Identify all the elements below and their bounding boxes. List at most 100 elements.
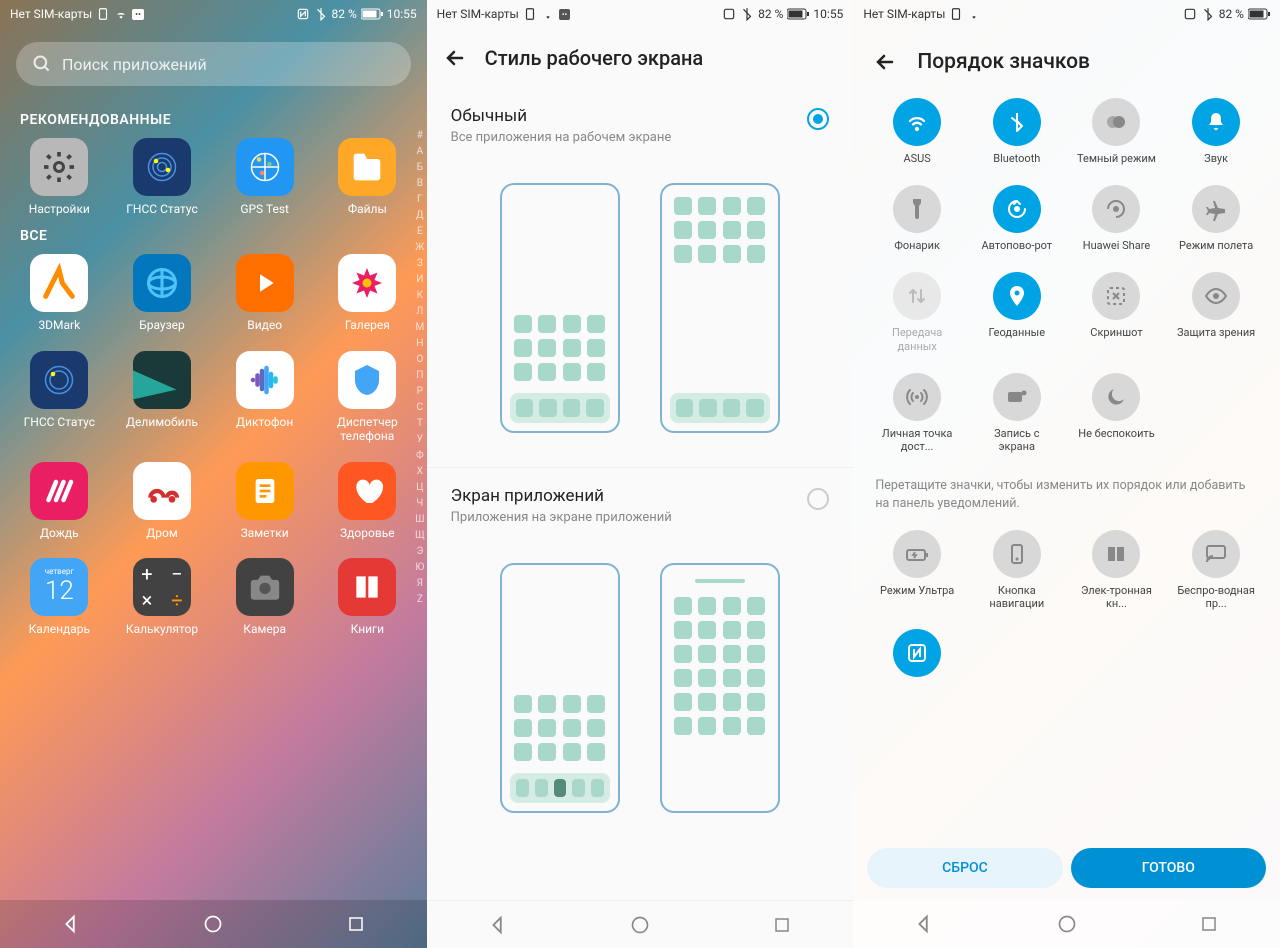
nav-back[interactable]: [53, 906, 89, 942]
qs-tile-bell[interactable]: Звук: [1166, 98, 1266, 165]
sim-status: Нет SIM-карты: [863, 7, 945, 21]
reset-button[interactable]: СБРОС: [867, 848, 1062, 888]
nav-back[interactable]: [906, 906, 942, 942]
alpha-letter[interactable]: Н: [415, 338, 425, 353]
app-books[interactable]: Книги: [316, 558, 419, 636]
done-button[interactable]: ГОТОВО: [1071, 848, 1266, 888]
qs-tile-label: Защита зрения: [1177, 326, 1255, 339]
recommended-grid: Настройки ГНСС Статус GPS Test Файлы: [0, 138, 427, 216]
app-3dmark[interactable]: 3DMark: [8, 254, 111, 332]
app-settings[interactable]: Настройки: [8, 138, 111, 216]
alpha-letter[interactable]: Х: [415, 466, 425, 481]
alpha-letter[interactable]: С: [415, 402, 425, 417]
option-standard[interactable]: Обычный Все приложения на рабочем экране: [427, 88, 854, 153]
alpha-letter[interactable]: Ф: [415, 450, 425, 465]
qs-tile-rotate[interactable]: Автопово-рот: [967, 185, 1067, 252]
app-gps-test[interactable]: GPS Test: [213, 138, 316, 216]
alpha-letter[interactable]: Г: [415, 194, 425, 209]
alpha-letter[interactable]: #: [415, 130, 425, 145]
qs-tile-cast[interactable]: Беспро-водная пр...: [1166, 530, 1266, 610]
alpha-letter[interactable]: К: [415, 290, 425, 305]
nav-recent[interactable]: [338, 906, 374, 942]
alpha-letter[interactable]: Э: [415, 546, 425, 561]
alpha-letter[interactable]: У: [415, 434, 425, 449]
app-delimobil[interactable]: Делимобиль: [111, 351, 214, 444]
app-phone-dispatcher[interactable]: Диспетчер телефона: [316, 351, 419, 444]
radio-standard[interactable]: [807, 108, 829, 130]
alpha-letter[interactable]: Щ: [415, 530, 425, 545]
alpha-index[interactable]: #АБВГДЕЖЗИКЛМНОПРСТУФХЦЧШЩЭЮЯZ: [415, 130, 425, 609]
alpha-letter[interactable]: Ш: [415, 514, 425, 529]
app-gnss-status-2[interactable]: ГНСС Статус: [8, 351, 111, 444]
qs-tile-moon[interactable]: Не беспокоить: [1067, 373, 1167, 453]
alpha-letter[interactable]: И: [415, 274, 425, 289]
qs-tile-bluetooth[interactable]: Bluetooth: [967, 98, 1067, 165]
qs-tile-data[interactable]: Передача данных: [867, 272, 967, 352]
app-gnss-status[interactable]: ГНСС Статус: [111, 138, 214, 216]
back-arrow-icon[interactable]: [873, 50, 897, 74]
alpha-letter[interactable]: Е: [415, 226, 425, 241]
clock: 10:55: [813, 7, 843, 21]
nav-home[interactable]: [622, 907, 658, 943]
qs-tile-airplane[interactable]: Режим полета: [1166, 185, 1266, 252]
alpha-letter[interactable]: Ч: [415, 498, 425, 513]
app-notes[interactable]: Заметки: [213, 462, 316, 540]
qs-tile-hotspot[interactable]: Личная точка дост...: [867, 373, 967, 453]
qs-tile-flashlight[interactable]: Фонарик: [867, 185, 967, 252]
alpha-letter[interactable]: Б: [415, 162, 425, 177]
bluetooth-icon: [1201, 7, 1215, 21]
qs-tile-label: Скриншот: [1090, 326, 1142, 339]
qs-tile-navkey[interactable]: Кнопка навигации: [967, 530, 1067, 610]
alpha-letter[interactable]: Л: [415, 306, 425, 321]
alpha-letter[interactable]: Д: [415, 210, 425, 225]
qs-tile-label: Личная точка дост...: [877, 427, 957, 453]
alpha-letter[interactable]: О: [415, 354, 425, 369]
qs-tile-nfc[interactable]: [867, 629, 967, 677]
nav-bar: [427, 900, 854, 948]
qs-tile-ebook[interactable]: Элек-тронная кн...: [1067, 530, 1167, 610]
alpha-letter[interactable]: Ж: [415, 242, 425, 257]
nav-recent[interactable]: [764, 907, 800, 943]
alpha-letter[interactable]: Z: [415, 594, 425, 609]
app-health[interactable]: Здоровье: [316, 462, 419, 540]
alpha-letter[interactable]: Ю: [415, 562, 425, 577]
alpha-letter[interactable]: Т: [415, 418, 425, 433]
qs-tile-record[interactable]: Запись с экрана: [967, 373, 1067, 453]
alpha-letter[interactable]: В: [415, 178, 425, 193]
alpha-letter[interactable]: Я: [415, 578, 425, 593]
viber-icon: ••: [132, 9, 144, 20]
nav-home[interactable]: [195, 906, 231, 942]
preview-drawer: [427, 533, 854, 847]
nav-home[interactable]: [1049, 906, 1085, 942]
app-video[interactable]: Видео: [213, 254, 316, 332]
qs-tile-dark[interactable]: Темный режим: [1067, 98, 1167, 165]
back-arrow-icon[interactable]: [443, 46, 467, 70]
qs-tile-eye[interactable]: Защита зрения: [1166, 272, 1266, 352]
alpha-letter[interactable]: Р: [415, 386, 425, 401]
app-dictaphone[interactable]: Диктофон: [213, 351, 316, 444]
alpha-letter[interactable]: А: [415, 146, 425, 161]
app-calculator[interactable]: +−×÷Калькулятор: [111, 558, 214, 636]
app-files[interactable]: Файлы: [316, 138, 419, 216]
nav-recent[interactable]: [1191, 906, 1227, 942]
qs-tile-wifi[interactable]: ASUS: [867, 98, 967, 165]
qs-tile-share[interactable]: Huawei Share: [1067, 185, 1167, 252]
app-calendar[interactable]: четверг12Календарь: [8, 558, 111, 636]
alpha-letter[interactable]: П: [415, 370, 425, 385]
qs-header: Порядок значков: [853, 28, 1280, 90]
alpha-letter[interactable]: З: [415, 258, 425, 273]
radio-drawer[interactable]: [807, 488, 829, 510]
alpha-letter[interactable]: Ц: [415, 482, 425, 497]
qs-tile-ultra[interactable]: Режим Ультра: [867, 530, 967, 610]
app-gallery[interactable]: Галерея: [316, 254, 419, 332]
app-browser[interactable]: Браузер: [111, 254, 214, 332]
app-rain[interactable]: Дождь: [8, 462, 111, 540]
search-bar[interactable]: Поиск приложений: [16, 42, 411, 86]
nav-back[interactable]: [480, 907, 516, 943]
option-drawer[interactable]: Экран приложений Приложения на экране пр…: [427, 467, 854, 533]
alpha-letter[interactable]: М: [415, 322, 425, 337]
qs-tile-screenshot[interactable]: Скриншот: [1067, 272, 1167, 352]
app-camera[interactable]: Камера: [213, 558, 316, 636]
qs-tile-location[interactable]: Геоданные: [967, 272, 1067, 352]
app-drom[interactable]: Дром: [111, 462, 214, 540]
